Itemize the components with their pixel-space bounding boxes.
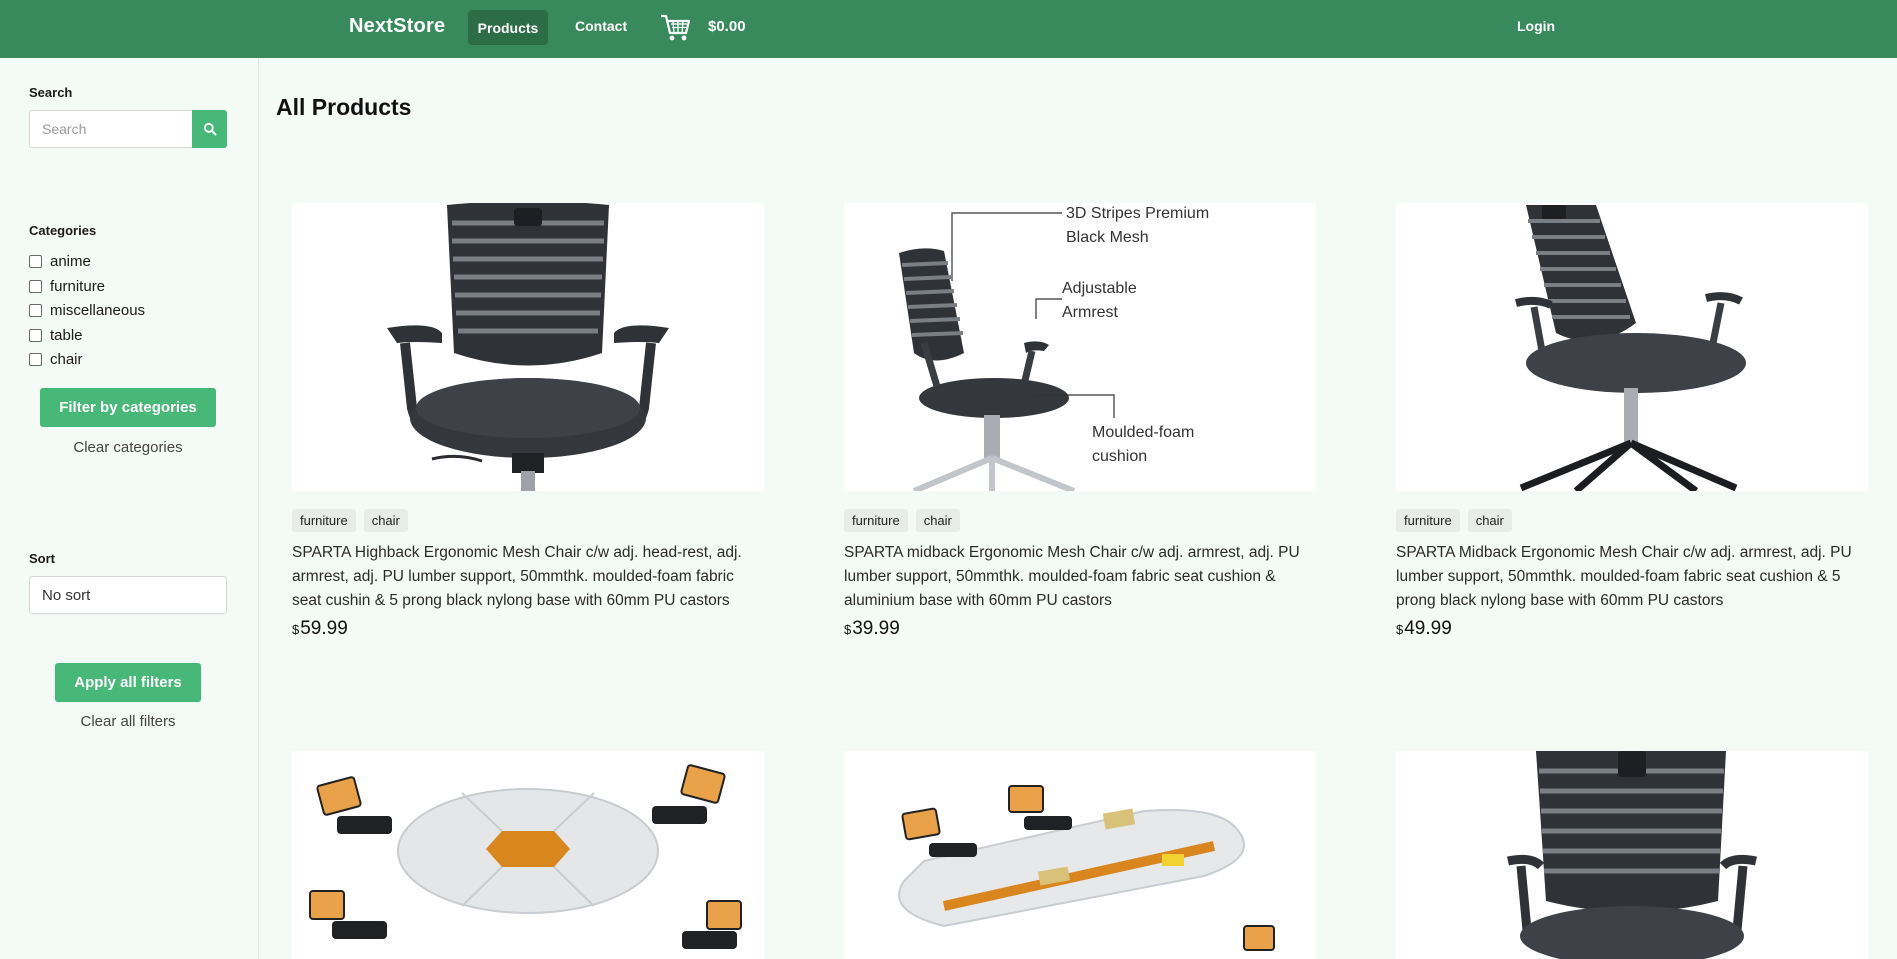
nav-products-link[interactable]: Products xyxy=(468,10,548,45)
product-description[interactable]: SPARTA Highback Ergonomic Mesh Chair c/w… xyxy=(292,541,764,613)
filter-sidebar: Search Categories anime furniture miscel… xyxy=(0,58,259,959)
category-option-table[interactable]: table xyxy=(29,326,83,344)
product-card[interactable] xyxy=(844,751,1316,959)
top-navbar: NextStore Products Contact $0.00 Login xyxy=(0,0,1897,58)
callout-text: Armrest xyxy=(1062,304,1119,321)
brand-logo[interactable]: NextStore xyxy=(349,15,445,38)
category-checkbox[interactable] xyxy=(29,279,42,293)
callout-text: cushion xyxy=(1092,448,1147,465)
category-checkbox[interactable] xyxy=(29,328,42,342)
product-tags: furniture chair xyxy=(844,509,1316,532)
product-image[interactable] xyxy=(844,751,1316,959)
category-label: chair xyxy=(50,350,83,368)
price-value: 49.99 xyxy=(1404,618,1452,639)
category-checkbox[interactable] xyxy=(29,254,42,268)
category-label: miscellaneous xyxy=(50,301,146,319)
product-tags: furniture chair xyxy=(1396,509,1868,532)
tag-chair[interactable]: chair xyxy=(1467,509,1512,532)
search-input[interactable] xyxy=(29,110,192,148)
apply-all-filters-button[interactable]: Apply all filters xyxy=(55,663,201,702)
callout-text: Adjustable xyxy=(1062,280,1137,297)
category-option-anime[interactable]: anime xyxy=(29,252,91,270)
callout-text: Black Mesh xyxy=(1066,229,1149,246)
price-value: 59.99 xyxy=(300,618,348,639)
price-currency: $ xyxy=(844,622,852,637)
categories-label: Categories xyxy=(29,223,97,238)
product-card[interactable] xyxy=(292,751,764,959)
product-price: $39.99 xyxy=(844,618,1316,640)
tag-furniture[interactable]: furniture xyxy=(844,509,908,532)
category-option-chair[interactable]: chair xyxy=(29,350,83,368)
login-link[interactable]: Login xyxy=(1517,18,1555,34)
product-description[interactable]: SPARTA Midback Ergonomic Mesh Chair c/w … xyxy=(1396,541,1868,613)
search-icon xyxy=(203,122,216,136)
product-image[interactable] xyxy=(1396,751,1868,959)
price-currency: $ xyxy=(292,622,300,637)
tag-chair[interactable]: chair xyxy=(915,509,960,532)
price-currency: $ xyxy=(1396,622,1404,637)
tag-chair[interactable]: chair xyxy=(363,509,408,532)
category-label: anime xyxy=(50,252,91,270)
product-image[interactable] xyxy=(292,751,764,959)
price-value: 39.99 xyxy=(852,618,900,639)
category-label: furniture xyxy=(50,277,106,295)
category-checkbox[interactable] xyxy=(29,303,42,317)
product-price: $49.99 xyxy=(1396,618,1868,640)
category-label: table xyxy=(50,326,83,344)
product-tags: furniture chair xyxy=(292,509,764,532)
callout-text: 3D Stripes Premium xyxy=(1066,205,1209,222)
callout-text: Moulded-foam xyxy=(1092,424,1194,441)
tag-furniture[interactable]: furniture xyxy=(1396,509,1460,532)
product-card[interactable] xyxy=(1396,751,1868,959)
product-image[interactable] xyxy=(292,203,764,491)
cart-total[interactable]: $0.00 xyxy=(708,18,746,35)
filter-by-categories-button[interactable]: Filter by categories xyxy=(40,388,216,427)
product-card[interactable]: 3D Stripes Premium Black Mesh Adjustable… xyxy=(844,203,1316,640)
cart-icon[interactable] xyxy=(660,13,692,43)
category-option-miscellaneous[interactable]: miscellaneous xyxy=(29,301,145,319)
sort-select[interactable]: No sort xyxy=(29,576,227,614)
product-image[interactable] xyxy=(1396,203,1868,491)
search-button[interactable] xyxy=(192,110,227,148)
clear-categories-link[interactable]: Clear categories xyxy=(0,439,256,456)
nav-contact-link[interactable]: Contact xyxy=(575,18,627,34)
page-title: All Products xyxy=(276,94,412,120)
product-image[interactable]: 3D Stripes Premium Black Mesh Adjustable… xyxy=(844,203,1316,491)
category-checkbox[interactable] xyxy=(29,352,42,366)
sort-label: Sort xyxy=(29,551,55,566)
tag-furniture[interactable]: furniture xyxy=(292,509,356,532)
product-card[interactable]: furniture chair SPARTA Midback Ergonomic… xyxy=(1396,203,1868,640)
product-description[interactable]: SPARTA midback Ergonomic Mesh Chair c/w … xyxy=(844,541,1316,613)
product-card[interactable]: furniture chair SPARTA Highback Ergonomi… xyxy=(292,203,764,640)
clear-all-filters-link[interactable]: Clear all filters xyxy=(0,713,256,730)
product-price: $59.99 xyxy=(292,618,764,640)
search-label: Search xyxy=(29,85,73,100)
category-option-furniture[interactable]: furniture xyxy=(29,277,105,295)
